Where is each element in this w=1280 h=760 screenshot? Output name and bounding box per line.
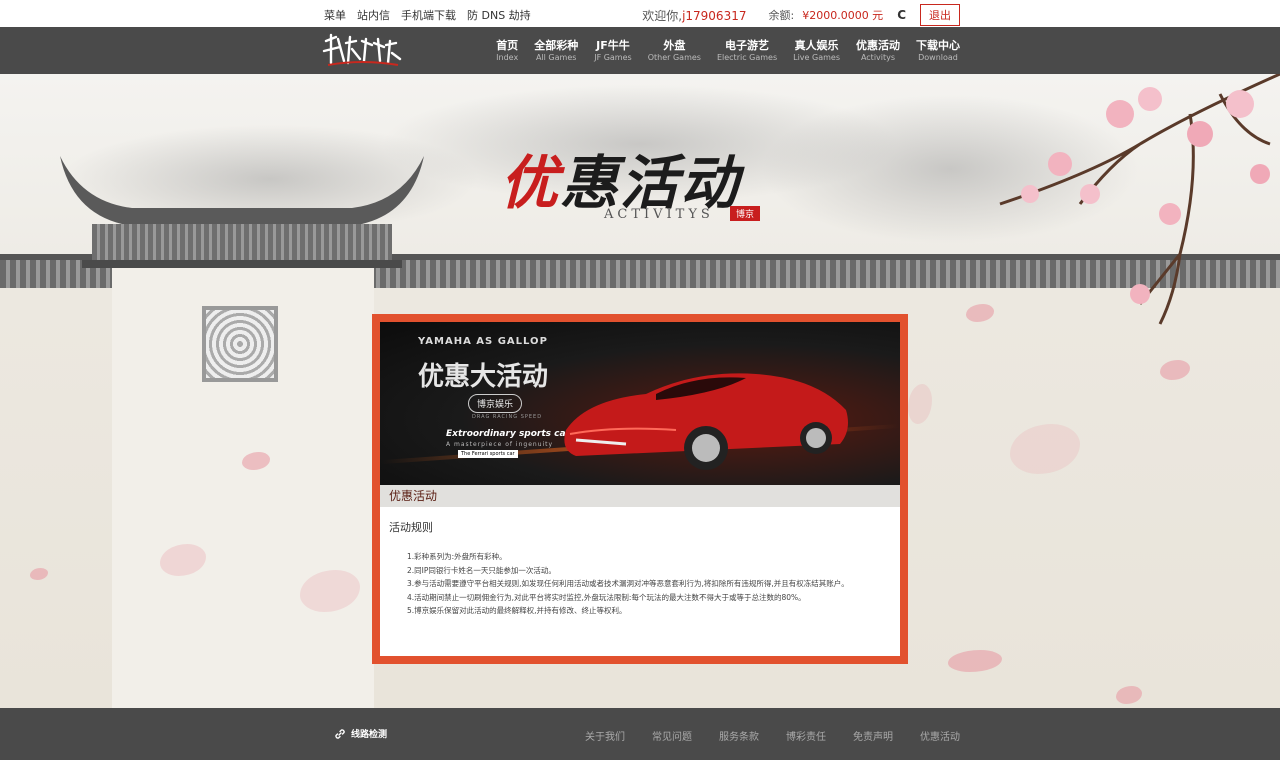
nav-live-games[interactable]: 真人娱乐 Live Games [793, 39, 840, 64]
nav-label-cn: 电子游艺 [725, 39, 770, 52]
title-seal: 博京 [730, 206, 761, 221]
primary-nav: 首页 Index 全部彩种 All Games JF牛牛 JF Games 外盘 Oth… [496, 39, 960, 64]
title-first-char: 优 [500, 149, 561, 217]
username[interactable]: j17906317 [682, 9, 746, 23]
nav-label-cn: 首页 [496, 39, 519, 52]
main-navbar: 首页 Index 全部彩种 All Games JF牛牛 JF Games 外盘 Oth… [0, 27, 1280, 74]
hero-background: 优惠活动 ACTIVITYS 博京 YAMAHA AS GALLOP 优惠大活动… [0, 74, 1280, 708]
refresh-icon[interactable]: C [897, 8, 906, 22]
section-title-bar: 优惠活动 [380, 485, 900, 507]
red-sports-car-image [564, 373, 848, 470]
footer-link-disclaimer[interactable]: 免责声明 [853, 728, 893, 743]
nav-label-cn: 真人娱乐 [794, 39, 839, 52]
activity-panel: YAMAHA AS GALLOP 优惠大活动 博京娱乐 DRAG RACING … [372, 314, 908, 664]
activity-card: YAMAHA AS GALLOP 优惠大活动 博京娱乐 DRAG RACING … [380, 322, 900, 656]
rules-content: 活动规则 1.彩种系列为:外盘所有彩种。 2.同IP同银行卡姓名一天只能参加一次… [380, 507, 900, 630]
nav-label-cn: 优惠活动 [856, 39, 900, 52]
nav-label-cn: 全部彩种 [534, 39, 579, 52]
footer: 线路检测 关于我们 常见问题 服务条款 博彩责任 免责声明 优惠活动 [0, 708, 1280, 760]
logout-button[interactable]: 退出 [920, 4, 960, 26]
welcome-prefix: 欢迎你, [642, 8, 683, 23]
top-bar: 菜单 站内信 手机端下载 防 DNS 劫持 欢迎你,j17906317 余额: … [0, 0, 1280, 27]
footer-link-terms[interactable]: 服务条款 [719, 728, 759, 743]
balance-value: ¥2000.0000 元 [802, 9, 884, 22]
promo-subtag: A masterpiece of ingenuity [446, 441, 554, 448]
gate-roof [60, 156, 424, 268]
nav-all-games[interactable]: 全部彩种 All Games [534, 39, 578, 64]
nav-label-cn: 下载中心 [916, 39, 960, 52]
rule-item: 3.参与活动需要遵守平台相关规则,如发现任何利用活动或者技术漏洞对冲等恶意套利行… [407, 579, 849, 588]
rule-item: 1.彩种系列为:外盘所有彩种。 [407, 552, 507, 561]
rule-item: 5.博京娱乐保留对此活动的最终解释权,并持有修改、终止等权利。 [407, 606, 627, 615]
line-check-label: 线路检测 [351, 730, 388, 740]
nav-label-cn: JF牛牛 [596, 39, 630, 52]
nav-index[interactable]: 首页 Index [496, 39, 518, 64]
promo-badge: The Ferrari sports car [458, 450, 518, 458]
nav-jf-games[interactable]: JF牛牛 JF Games [594, 39, 632, 64]
nav-label-en: Index [496, 53, 519, 62]
cherry-blossom-branch [999, 74, 1280, 325]
promo-tagline: Extroordinary sports car [446, 429, 571, 439]
welcome-text: 欢迎你,j17906317 [642, 7, 746, 24]
link-icon [335, 728, 345, 739]
nav-other-games[interactable]: 外盘 Other Games [648, 39, 701, 64]
rule-item: 4.活动期间禁止一切刷佣金行为,对此平台将实时监控,外盘玩法限制:每个玩法的最大… [407, 592, 806, 602]
account-area: 欢迎你,j17906317 余额: ¥2000.0000 元 C 退出 [642, 4, 960, 26]
nav-download[interactable]: 下载中心 Download [916, 39, 960, 64]
anti-dns-hijack-link[interactable]: 防 DNS 劫持 [467, 7, 531, 23]
line-check-button[interactable]: 线路检测 [334, 727, 387, 740]
promo-brand: 博京娱乐 [468, 394, 523, 413]
mobile-download-link[interactable]: 手机端下载 [401, 7, 456, 23]
footer-link-about[interactable]: 关于我们 [585, 728, 625, 743]
site-logo[interactable] [322, 33, 402, 69]
menu-link[interactable]: 菜单 [324, 7, 346, 23]
nav-electric-games[interactable]: 电子游艺 Electric Games [717, 39, 777, 64]
footer-link-activities[interactable]: 优惠活动 [920, 728, 960, 743]
promo-banner[interactable]: YAMAHA AS GALLOP 优惠大活动 博京娱乐 DRAG RACING … [380, 322, 900, 485]
rules-title: 活动规则 [389, 521, 433, 534]
lattice-window [202, 306, 278, 382]
nav-label-cn: 外盘 [663, 39, 686, 52]
footer-link-responsibility[interactable]: 博彩责任 [786, 728, 826, 743]
nav-label-en: Download [918, 53, 958, 62]
footer-link-faq[interactable]: 常见问题 [652, 728, 692, 743]
nav-activitys[interactable]: 优惠活动 Activitys [856, 39, 900, 64]
footer-links: 关于我们 常见问题 服务条款 博彩责任 免责声明 优惠活动 [585, 728, 960, 743]
rules-list: 1.彩种系列为:外盘所有彩种。 2.同IP同银行卡姓名一天只能参加一次活动。 3… [389, 550, 891, 618]
balance-label: 余额: [768, 9, 795, 22]
promo-brand-sub: DRAG RACING SPEED [472, 414, 543, 420]
nav-label-en: Other Games [647, 53, 701, 62]
promo-headline: 优惠大活动 [418, 362, 549, 392]
nav-label-en: All Games [535, 53, 577, 62]
nav-label-en: Electric Games [716, 53, 778, 62]
inbox-link[interactable]: 站内信 [357, 7, 390, 23]
activities-subtitle: ACTIVITYS [604, 207, 714, 222]
nav-label-en: JF Games [594, 53, 632, 62]
nav-label-en: Live Games [793, 53, 840, 62]
nav-label-en: Activitys [860, 53, 896, 62]
promo-yamaha: YAMAHA AS GALLOP [418, 336, 548, 347]
rule-item: 2.同IP同银行卡姓名一天只能参加一次活动。 [407, 565, 556, 575]
top-links: 菜单 站内信 手机端下载 防 DNS 劫持 [324, 7, 531, 23]
